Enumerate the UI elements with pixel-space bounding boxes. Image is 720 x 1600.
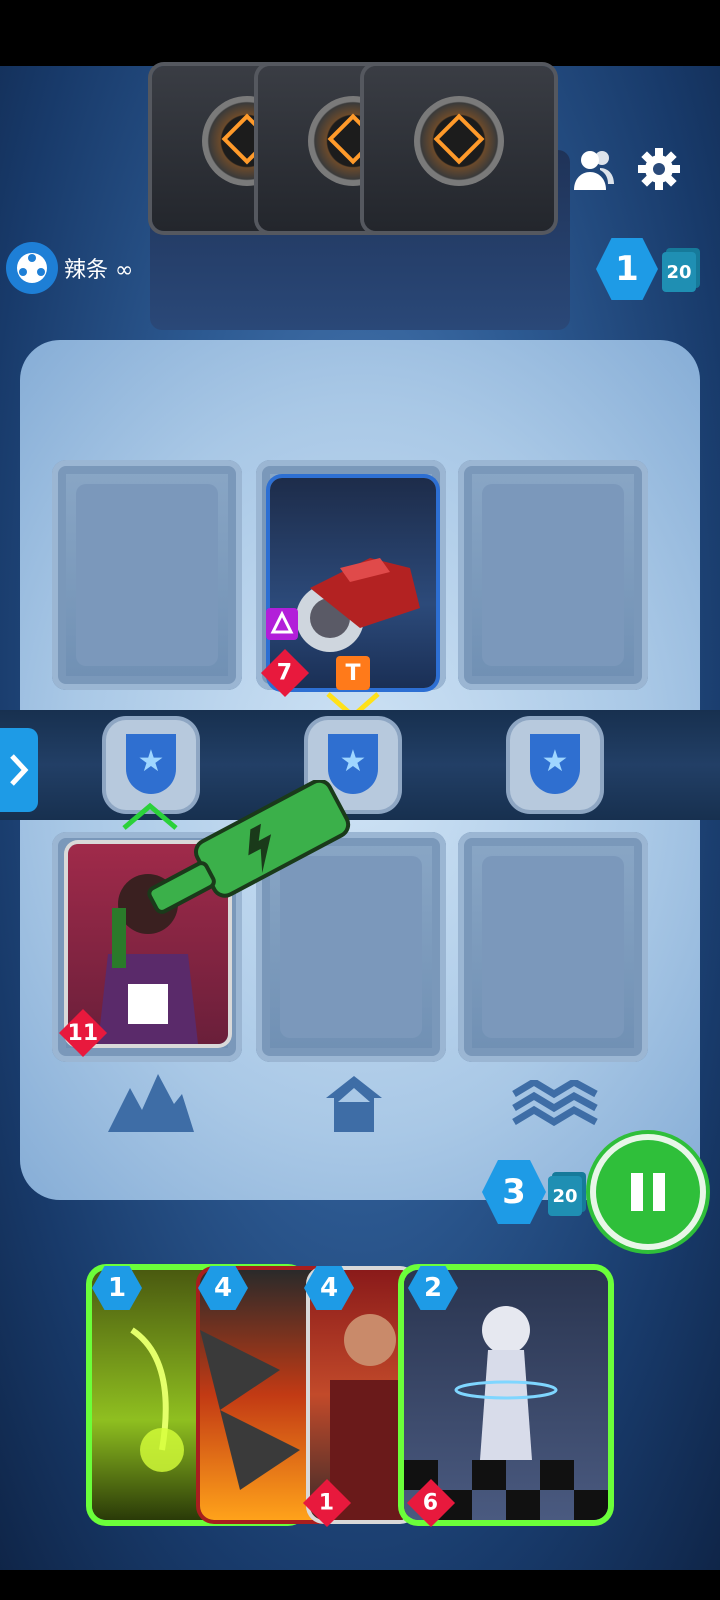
- player-deck-count: 20: [548, 1176, 582, 1216]
- house-icon: [324, 1074, 384, 1132]
- star-icon: ★: [339, 744, 367, 779]
- opponent-slot-right[interactable]: [458, 460, 648, 690]
- player-name: 辣条 ∞: [64, 258, 134, 283]
- opponent-slot-left[interactable]: [52, 460, 242, 690]
- player-avatar-icon[interactable]: [6, 242, 58, 294]
- waves-icon: [512, 1077, 598, 1127]
- bottle-icon: [140, 778, 360, 920]
- lane-shield-right[interactable]: ★: [510, 720, 600, 810]
- ability-icon: [266, 608, 298, 640]
- player-slot-right[interactable]: [458, 832, 648, 1062]
- friends-icon[interactable]: [570, 146, 618, 194]
- mountain-icon: [108, 1074, 194, 1132]
- star-icon: ★: [137, 744, 165, 779]
- chevron-right-icon[interactable]: [0, 728, 38, 812]
- gear-icon[interactable]: [636, 146, 682, 192]
- status-bar: [0, 0, 720, 66]
- star-icon: ★: [541, 744, 569, 779]
- navigation-bar: [0, 1570, 720, 1600]
- opponent-deck-card: [364, 66, 554, 231]
- end-turn-button[interactable]: [596, 1140, 700, 1244]
- tag-badge: T: [336, 656, 370, 690]
- pause-icon: [631, 1173, 665, 1211]
- opponent-deck-count: 20: [662, 252, 696, 292]
